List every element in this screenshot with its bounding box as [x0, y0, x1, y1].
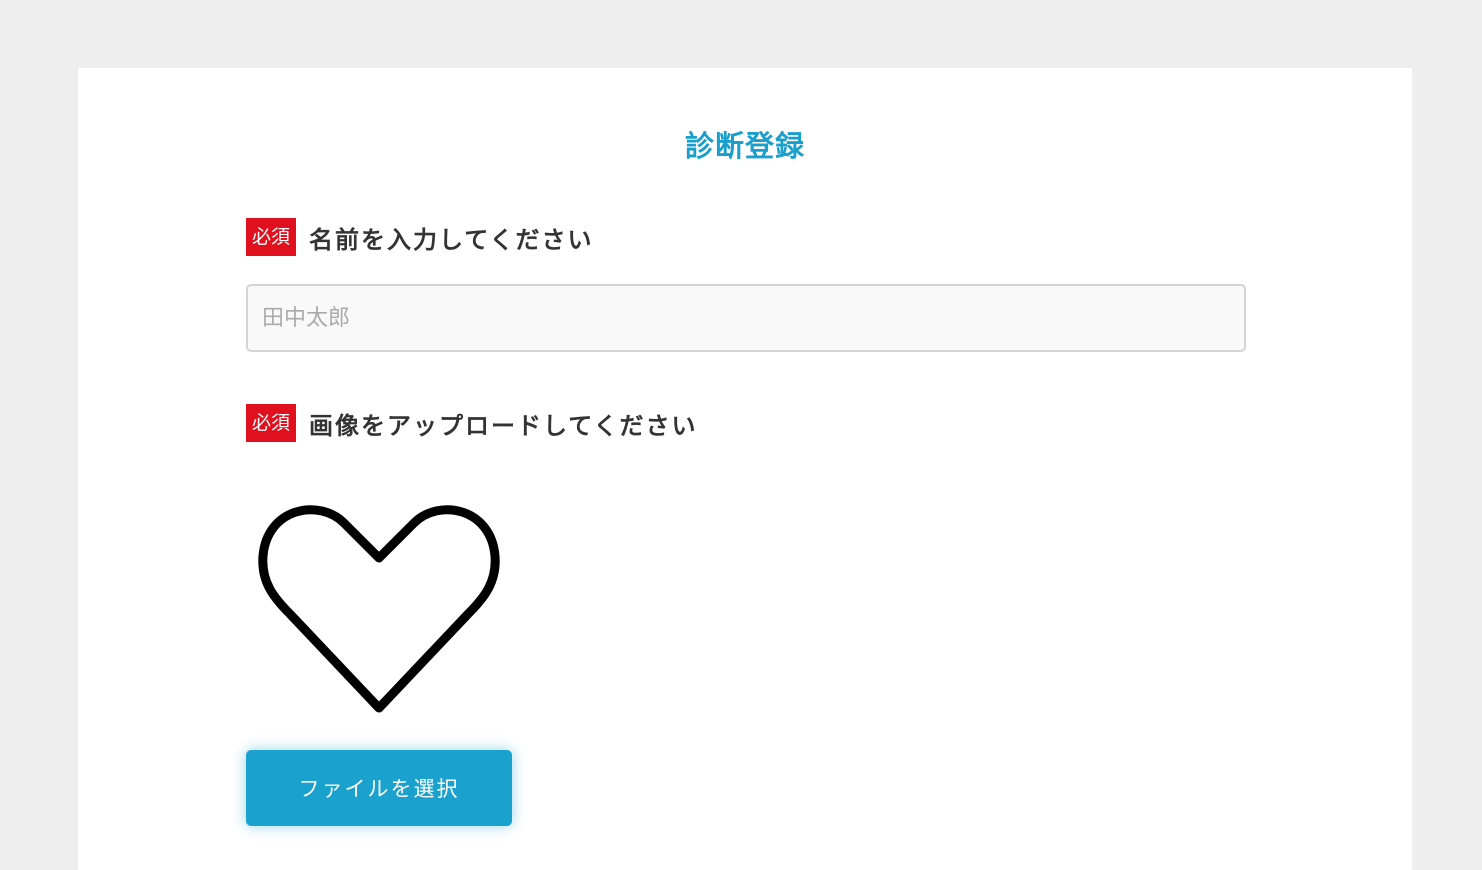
image-label-text: 画像をアップロードしてください	[309, 411, 698, 440]
name-label-text: 名前を入力してください	[309, 225, 594, 254]
page-title: 診断登録	[684, 129, 805, 163]
required-badge: 必須	[246, 218, 296, 256]
heart-outline-icon	[258, 505, 500, 713]
name-field-label: 必須 名前を入力してください	[246, 218, 594, 256]
image-preview	[246, 490, 512, 730]
choose-file-button[interactable]: ファイルを選択	[246, 750, 512, 826]
image-field-label: 必須 画像をアップロードしてください	[246, 404, 698, 442]
name-input[interactable]	[246, 284, 1246, 352]
registration-card: 診断登録 必須 名前を入力してください 必須 画像をアップロードしてください フ…	[78, 68, 1412, 870]
required-badge: 必須	[246, 404, 296, 442]
